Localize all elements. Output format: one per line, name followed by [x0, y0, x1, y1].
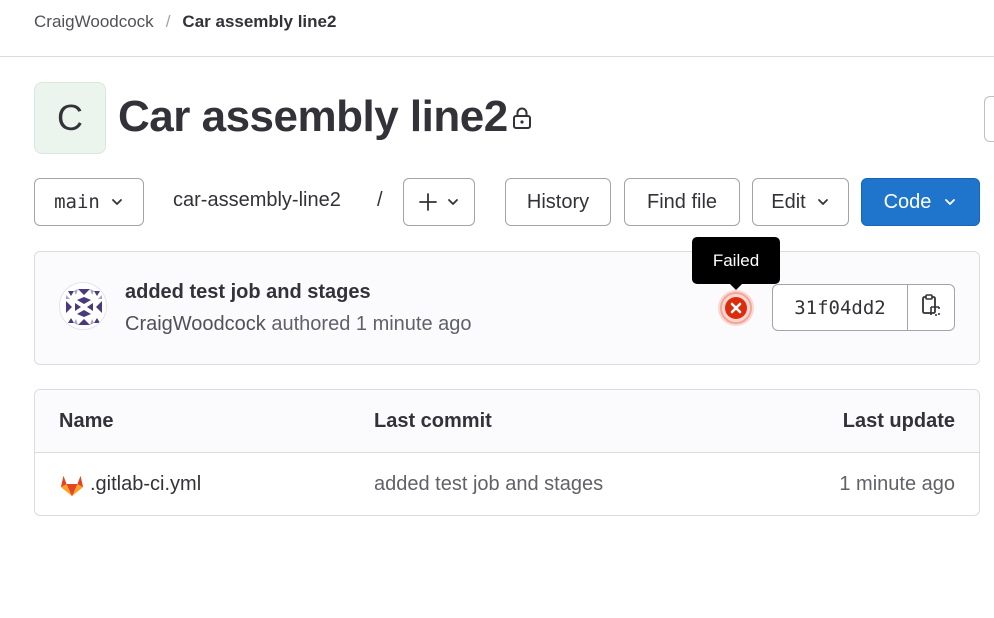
file-name-link[interactable]: .gitlab-ci.yml — [90, 473, 201, 496]
column-header-last-update: Last update — [842, 410, 955, 432]
lock-icon — [511, 106, 533, 130]
commit-sha-link[interactable]: 31f04dd2 — [773, 285, 908, 330]
commit-authored-text: authored 1 minute ago — [271, 313, 472, 335]
breadcrumb-separator: / — [165, 12, 171, 31]
find-file-button[interactable]: Find file — [624, 178, 740, 226]
edit-dropdown-button[interactable]: Edit — [752, 178, 849, 226]
history-button[interactable]: History — [505, 178, 611, 226]
project-avatar: C — [34, 82, 106, 154]
avatar[interactable] — [59, 282, 107, 330]
breadcrumb-owner-link[interactable]: CraigWoodcock — [34, 12, 154, 32]
repository-path-link[interactable]: car-assembly-line2 — [173, 189, 341, 212]
code-dropdown-button[interactable]: Code — [861, 178, 980, 226]
status-tooltip-text: Failed — [712, 250, 760, 270]
table-header: Name Last commit Last update — [35, 390, 979, 453]
commit-title-link[interactable]: added test job and stages — [125, 281, 371, 304]
plus-icon — [418, 192, 438, 212]
header-divider — [0, 56, 994, 57]
breadcrumb: CraigWoodcock / Car assembly line2 — [34, 11, 336, 33]
breadcrumb-project-link[interactable]: Car assembly line2 — [182, 12, 336, 32]
chevron-down-icon — [816, 195, 830, 209]
page-title: Car assembly line2 — [118, 92, 508, 141]
project-avatar-letter: C — [57, 97, 83, 138]
column-header-last-commit: Last commit — [374, 410, 492, 432]
header-actions-button[interactable] — [984, 96, 994, 142]
path-separator: / — [377, 189, 383, 211]
chevron-down-icon — [446, 195, 460, 209]
file-tree-table: Name Last commit Last update .gitlab-ci.… — [34, 389, 980, 516]
edit-label: Edit — [771, 190, 806, 213]
commit-author-link[interactable]: CraigWoodcock — [125, 313, 266, 335]
file-last-update: 1 minute ago — [839, 473, 955, 495]
column-header-name: Name — [59, 410, 114, 432]
table-row[interactable]: .gitlab-ci.yml added test job and stages… — [35, 453, 979, 515]
status-tooltip: Failed — [692, 237, 780, 284]
commit-sha-group: 31f04dd2 — [772, 284, 955, 331]
code-label: Code — [883, 190, 932, 213]
add-to-tree-button[interactable] — [403, 178, 475, 226]
chevron-down-icon — [943, 195, 957, 209]
gitlab-logo-icon — [59, 472, 85, 497]
copy-icon — [920, 293, 942, 322]
chevron-down-icon — [110, 195, 124, 209]
commit-meta: CraigWoodcock authored 1 minute ago — [125, 313, 472, 336]
copy-sha-button[interactable] — [908, 285, 954, 330]
file-last-commit-link[interactable]: added test job and stages — [374, 473, 603, 496]
branch-selector[interactable]: main — [34, 178, 144, 226]
failed-status-icon[interactable] — [717, 289, 755, 327]
branch-label: main — [54, 191, 100, 213]
